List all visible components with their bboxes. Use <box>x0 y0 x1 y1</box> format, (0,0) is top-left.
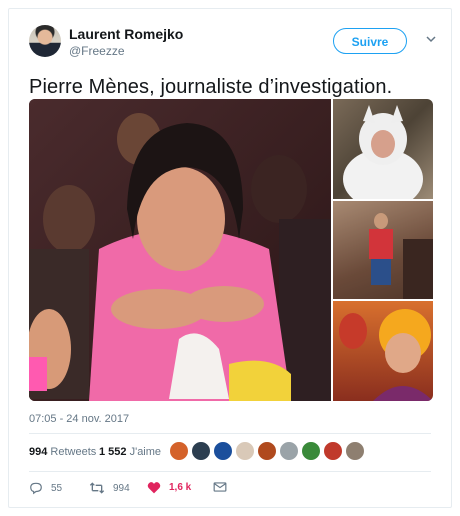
likes-label[interactable]: J'aime <box>130 446 161 458</box>
tweet-stats: 994 Retweets 1 552 J'aime <box>29 441 433 469</box>
liker-avatar[interactable] <box>169 441 189 461</box>
retweets-label[interactable]: Retweets <box>50 446 96 458</box>
reply-count: 55 <box>51 482 63 494</box>
media-photo-cat-costume[interactable] <box>333 99 433 199</box>
tweet-media-grid <box>29 99 433 401</box>
liker-avatar[interactable] <box>191 441 211 461</box>
retweet-icon <box>89 482 105 494</box>
retweets-count[interactable]: 994 <box>29 446 47 458</box>
reply-icon <box>30 482 42 495</box>
media-photo-red-outfit[interactable] <box>333 201 433 299</box>
author-avatar[interactable] <box>29 25 61 57</box>
divider-top <box>29 433 431 434</box>
reply-action[interactable]: 55 <box>29 481 62 495</box>
tweet-header: Laurent Romejko @Freezze Suivre <box>29 25 436 75</box>
liker-avatar[interactable] <box>213 441 233 461</box>
retweet-count: 994 <box>113 482 130 494</box>
envelope-icon <box>213 482 227 492</box>
tweet-card: Laurent Romejko @Freezze Suivre Pierre M… <box>8 8 452 508</box>
liker-avatar[interactable] <box>279 441 299 461</box>
liker-avatar[interactable] <box>257 441 277 461</box>
tweet-actions: 55 994 1,6 k <box>29 481 433 505</box>
tweet-text: Pierre Mènes, journaliste d’investigatio… <box>29 76 393 98</box>
divider-bottom <box>29 471 431 472</box>
author-handle[interactable]: @Freezze <box>69 44 125 58</box>
media-photo-main[interactable] <box>29 99 331 401</box>
likes-count[interactable]: 1 552 <box>99 446 127 458</box>
likers-avatars <box>169 441 367 463</box>
media-photo-clown-wig[interactable] <box>333 301 433 401</box>
tweet-timestamp[interactable]: 07:05 - 24 nov. 2017 <box>29 413 129 425</box>
heart-icon <box>147 482 161 494</box>
liker-avatar[interactable] <box>345 441 365 461</box>
retweet-action[interactable]: 994 <box>89 481 130 495</box>
liker-avatar[interactable] <box>235 441 255 461</box>
author-name[interactable]: Laurent Romejko <box>69 26 183 42</box>
like-action[interactable]: 1,6 k <box>147 481 191 494</box>
liker-avatar[interactable] <box>301 441 321 461</box>
follow-button[interactable]: Suivre <box>333 28 407 54</box>
chevron-down-icon[interactable] <box>423 31 439 47</box>
message-action[interactable] <box>213 481 227 493</box>
like-count: 1,6 k <box>169 482 192 493</box>
liker-avatar[interactable] <box>323 441 343 461</box>
